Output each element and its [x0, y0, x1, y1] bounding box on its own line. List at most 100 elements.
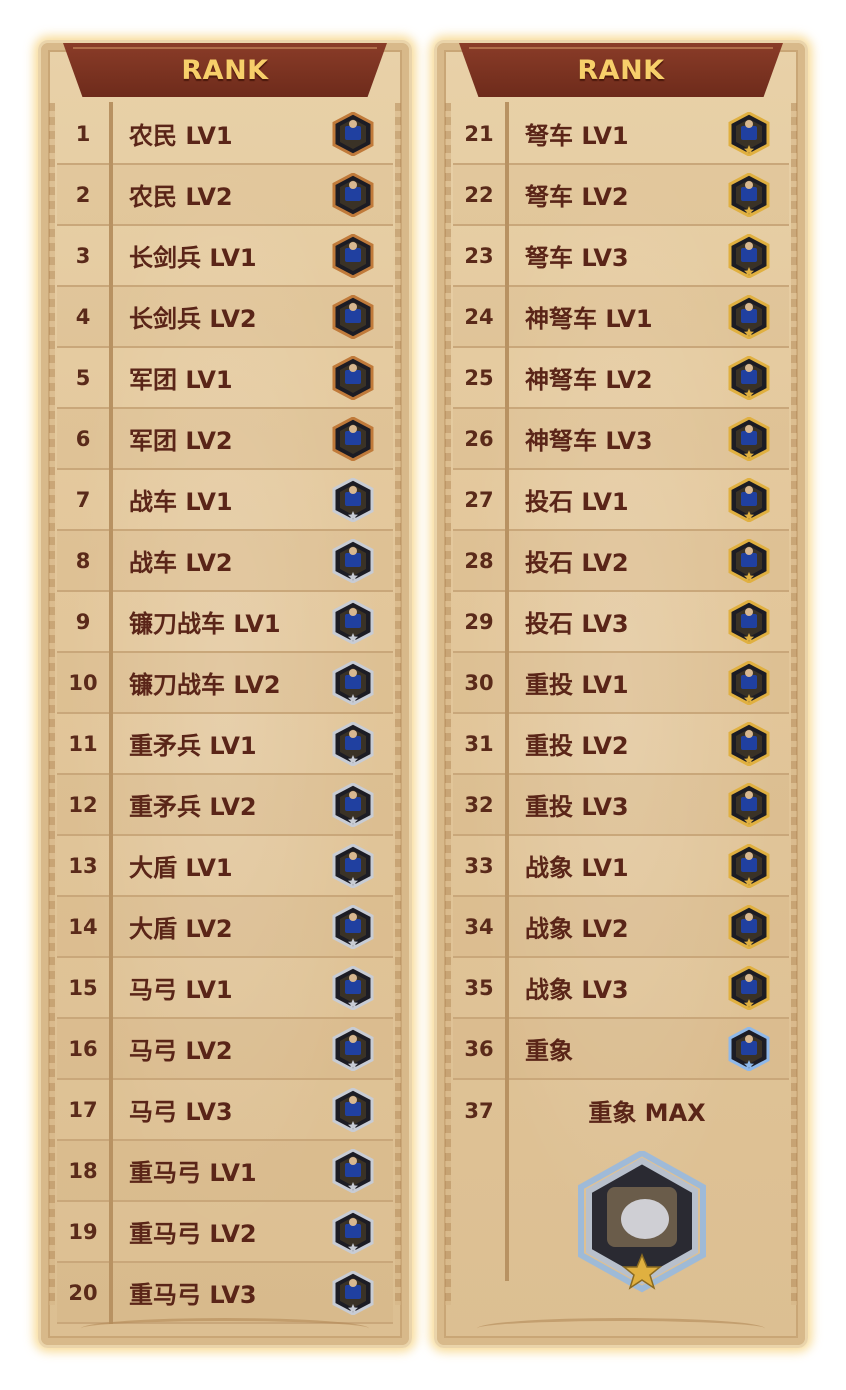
panel-border-ornament — [395, 103, 401, 1305]
rank-panel-right: RANK 21 弩车 LV1 22 弩车 LV2 23 弩车 LV3 24 神弩车 LV1 25… — [434, 40, 808, 1348]
rank-row: 25 神弩车 LV2 — [453, 346, 789, 409]
catapult-badge-icon — [727, 538, 771, 583]
catapult-badge-icon — [727, 477, 771, 522]
column-divider — [109, 1017, 113, 1080]
column-divider — [505, 224, 509, 287]
rank-number: 15 — [68, 975, 98, 1000]
column-divider — [505, 590, 509, 653]
column-divider — [109, 773, 113, 836]
rank-name: 镰刀战车 LV1 — [129, 610, 281, 638]
rank-number: 29 — [464, 609, 494, 634]
rank-chart: RANK 1 农民 LV1 2 农民 LV2 3 长剑兵 LV1 4 长剑兵 LV2 5 军团 L… — [0, 0, 846, 1390]
column-divider — [109, 895, 113, 958]
divine-ballista-badge-icon — [727, 294, 771, 339]
rank-number: 14 — [68, 914, 98, 939]
column-divider — [109, 407, 113, 470]
catapult-badge-icon — [727, 599, 771, 644]
rank-number: 23 — [464, 243, 494, 268]
column-divider — [505, 529, 509, 592]
rank-number: 24 — [464, 304, 494, 329]
chariot-badge-icon — [331, 477, 375, 522]
rank-number: 22 — [464, 182, 494, 207]
rank-row: 9 镰刀战车 LV1 — [57, 590, 393, 653]
rank-list-right: 21 弩车 LV1 22 弩车 LV2 23 弩车 LV3 24 神弩车 LV1 25 神弩车 L… — [453, 102, 789, 1281]
rank-number: 28 — [464, 548, 494, 573]
rank-banner: RANK — [63, 43, 387, 97]
rank-name-max: 重象 MAX — [588, 1099, 706, 1127]
rank-row: 13 大盾 LV1 — [57, 834, 393, 897]
rank-number: 2 — [75, 182, 91, 207]
rank-number: 20 — [68, 1280, 98, 1305]
rank-number: 8 — [75, 548, 91, 573]
rank-list-left: 1 农民 LV1 2 农民 LV2 3 长剑兵 LV1 4 长剑兵 LV2 5 军团 LV1 6 军团… — [57, 102, 393, 1324]
rank-number: 33 — [464, 853, 494, 878]
big-shield-badge-icon — [331, 904, 375, 949]
rank-number: 3 — [75, 243, 91, 268]
rank-row: 28 投石 LV2 — [453, 529, 789, 592]
villager-badge-icon — [331, 111, 375, 156]
rank-number: 4 — [75, 304, 91, 329]
rank-row: 35 战象 LV3 — [453, 956, 789, 1019]
divine-ballista-badge-icon — [727, 355, 771, 400]
legion-badge-icon — [331, 416, 375, 461]
column-divider — [505, 834, 509, 897]
rank-name: 农民 LV2 — [129, 183, 233, 211]
column-divider — [109, 1261, 113, 1324]
rank-row: 3 长剑兵 LV1 — [57, 224, 393, 287]
rank-name: 战象 LV2 — [525, 915, 629, 943]
rank-row: 2 农民 LV2 — [57, 163, 393, 226]
rank-row: 19 重马弓 LV2 — [57, 1200, 393, 1263]
rank-row: 33 战象 LV1 — [453, 834, 789, 897]
column-divider — [109, 163, 113, 226]
rank-name: 马弓 LV1 — [129, 976, 233, 1004]
scythe-chariot-badge-icon — [331, 660, 375, 705]
rank-number: 21 — [464, 121, 494, 146]
rank-name: 投石 LV2 — [525, 549, 629, 577]
rank-name: 弩车 LV2 — [525, 183, 629, 211]
rank-number: 11 — [68, 731, 98, 756]
rank-banner: RANK — [459, 43, 783, 97]
column-divider — [505, 285, 509, 348]
column-divider — [109, 651, 113, 714]
rank-name: 镰刀战车 LV2 — [129, 671, 281, 699]
rank-row: 21 弩车 LV1 — [453, 102, 789, 165]
column-divider — [109, 285, 113, 348]
rank-name: 重马弓 LV2 — [129, 1220, 257, 1248]
rank-row: 30 重投 LV1 — [453, 651, 789, 714]
rank-row: 20 重马弓 LV3 — [57, 1261, 393, 1324]
rank-name: 投石 LV3 — [525, 610, 629, 638]
rank-name: 重投 LV3 — [525, 793, 629, 821]
column-divider — [109, 956, 113, 1019]
rank-name: 重矛兵 LV1 — [129, 732, 257, 760]
rank-name: 神弩车 LV3 — [525, 427, 653, 455]
panel-bottom-ornament — [81, 1318, 369, 1339]
ballista-badge-icon — [727, 233, 771, 278]
column-divider — [109, 1200, 113, 1263]
heavy-spearman-badge-icon — [331, 721, 375, 766]
rank-row: 12 重矛兵 LV2 — [57, 773, 393, 836]
heavy-catapult-badge-icon — [727, 782, 771, 827]
rank-row: 10 镰刀战车 LV2 — [57, 651, 393, 714]
rank-panel-left: RANK 1 农民 LV1 2 农民 LV2 3 长剑兵 LV1 4 长剑兵 LV2 5 军团 L… — [38, 40, 412, 1348]
rank-name: 军团 LV2 — [129, 427, 233, 455]
rank-name: 长剑兵 LV1 — [129, 244, 257, 272]
rank-row: 4 长剑兵 LV2 — [57, 285, 393, 348]
rank-number: 19 — [68, 1219, 98, 1244]
rank-title: RANK — [181, 54, 269, 86]
rank-row: 18 重马弓 LV1 — [57, 1139, 393, 1202]
rank-row: 11 重矛兵 LV1 — [57, 712, 393, 775]
heavy-horse-archer-badge-icon — [331, 1209, 375, 1254]
column-divider — [505, 468, 509, 531]
rank-row: 29 投石 LV3 — [453, 590, 789, 653]
heavy-spearman-badge-icon — [331, 782, 375, 827]
rank-name: 重象 — [525, 1037, 573, 1065]
column-divider — [109, 1078, 113, 1141]
heavy-elephant-badge-icon — [727, 1026, 771, 1071]
rank-number: 7 — [75, 487, 91, 512]
rank-row: 1 农民 LV1 — [57, 102, 393, 165]
rank-row: 14 大盾 LV2 — [57, 895, 393, 958]
rank-name: 重矛兵 LV2 — [129, 793, 257, 821]
panel-bottom-ornament — [477, 1318, 765, 1339]
rank-number: 5 — [75, 365, 91, 390]
rank-number: 17 — [68, 1097, 98, 1122]
